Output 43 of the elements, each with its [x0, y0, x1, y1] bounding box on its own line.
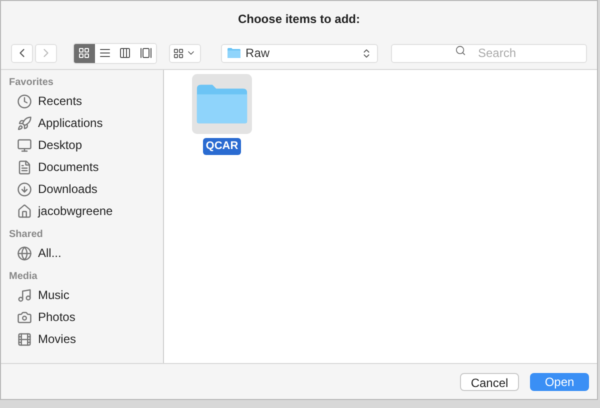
file-name[interactable]: QCAR [202, 138, 242, 154]
clock-icon [17, 94, 32, 108]
sidebar-item[interactable]: Downloads [9, 178, 155, 200]
music-note-icon [17, 288, 32, 302]
grid-icon [173, 48, 184, 58]
sidebar-item[interactable]: Music [9, 284, 155, 306]
home-icon [17, 204, 32, 218]
sidebar-item[interactable]: All... [9, 242, 155, 264]
sidebar-item[interactable]: jacobwgreene [9, 200, 155, 222]
file-tile[interactable] [192, 74, 252, 134]
film-icon [17, 332, 32, 346]
monitor-icon [17, 138, 32, 152]
sidebar-item[interactable]: Photos [9, 306, 155, 328]
back-button[interactable] [11, 44, 33, 62]
view-mode-tab[interactable] [94, 44, 116, 62]
sidebar-heading: Favorites [9, 76, 54, 90]
folder-icon [195, 82, 249, 126]
view-mode-tab[interactable] [74, 44, 95, 62]
gallery-icon [140, 47, 152, 59]
rocket-icon [17, 116, 32, 130]
list-icon [98, 47, 111, 59]
sidebar-item[interactable]: Recents [9, 90, 155, 112]
view-mode-tab[interactable] [136, 44, 156, 62]
columns-icon [119, 47, 132, 59]
sidebar-item[interactable]: Documents [9, 156, 155, 178]
window-title: Choose items to add: [238, 11, 360, 28]
arrange-button[interactable] [169, 44, 201, 62]
search-icon [455, 45, 466, 56]
globe-icon [17, 246, 32, 260]
location-dropdown[interactable]: Raw [220, 44, 378, 62]
up-down-arrows-icon [361, 48, 372, 58]
camera-icon [17, 310, 32, 324]
sidebar-heading: Shared [9, 228, 44, 242]
document-icon [17, 160, 32, 174]
folder-icon [226, 47, 241, 59]
sidebar-heading: Media [9, 270, 38, 284]
sidebar-item[interactable]: Desktop [9, 134, 155, 156]
sidebar-item[interactable]: Movies [9, 328, 155, 350]
download-icon [17, 182, 32, 196]
grid-icon [78, 47, 90, 59]
search-field[interactable]: Search [391, 44, 587, 62]
sidebar-item[interactable]: Applications [9, 112, 155, 134]
cancel-button[interactable]: Cancel [460, 372, 519, 390]
